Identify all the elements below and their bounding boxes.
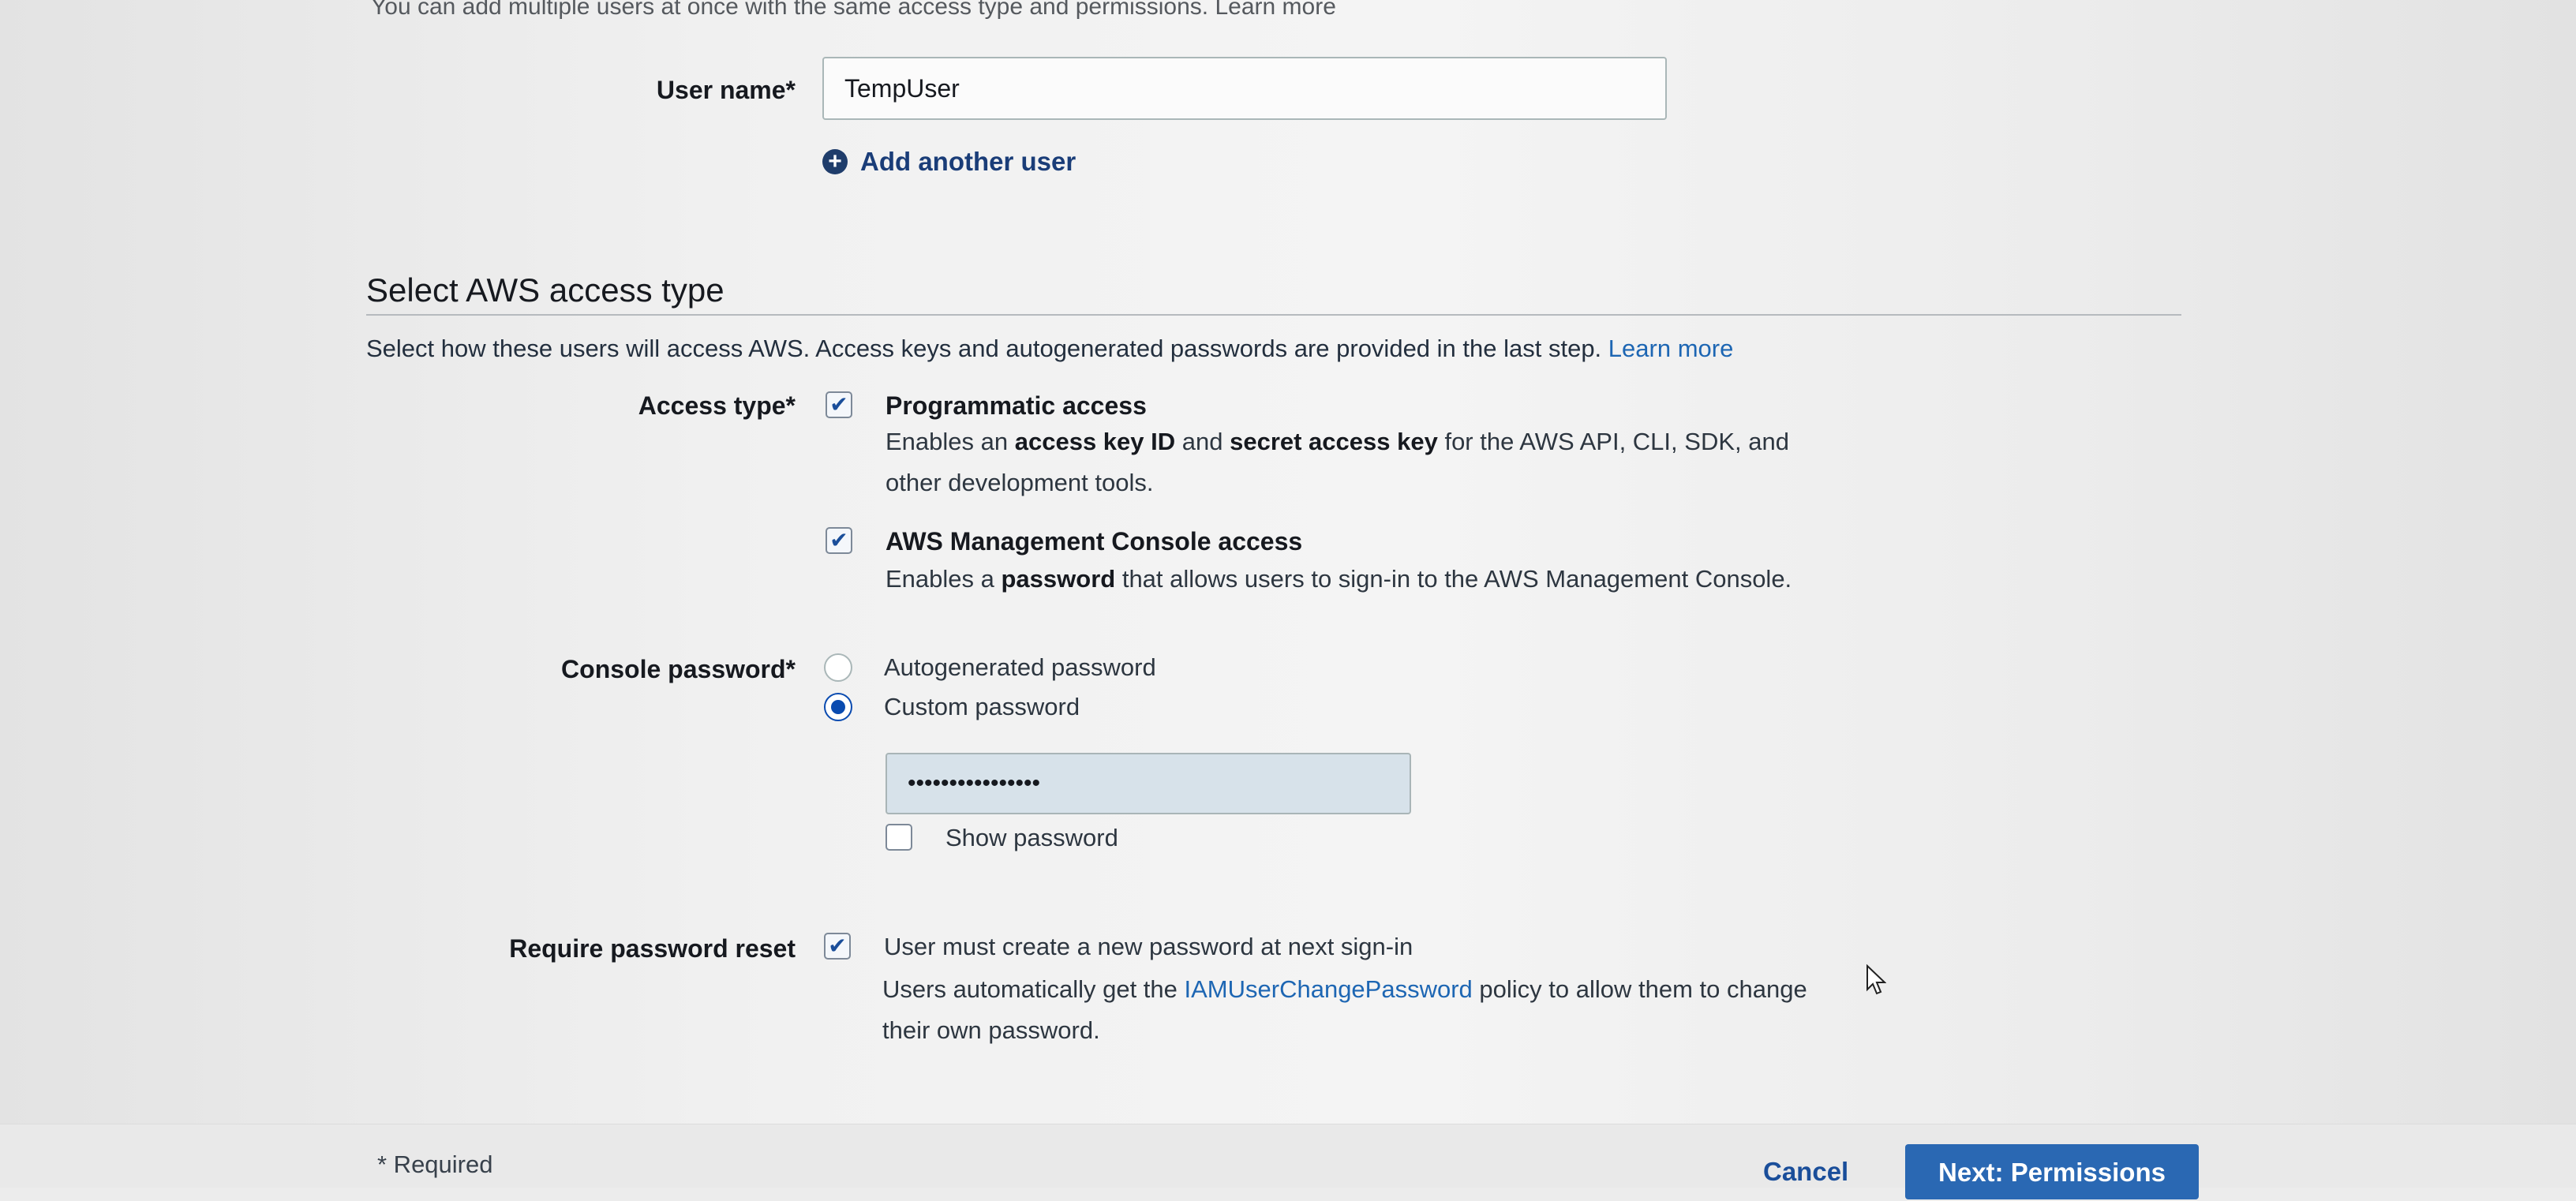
console-access-description: Enables a password that allows users to … — [886, 559, 1792, 600]
password-reset-description: Users automatically get the IAMUserChang… — [882, 969, 1807, 1051]
desc-text: their own password. — [882, 1016, 1100, 1044]
desc-text: and — [1175, 428, 1230, 455]
cancel-button[interactable]: Cancel — [1763, 1157, 1848, 1187]
plus-circle-icon: + — [822, 149, 848, 174]
desc-bold: access key ID — [1014, 428, 1176, 455]
show-password-label: Show password — [945, 824, 1118, 851]
programmatic-access-checkbox[interactable]: ✔ — [826, 391, 852, 418]
checkmark-icon: ✔ — [828, 933, 847, 958]
autogenerated-password-radio[interactable] — [824, 653, 852, 682]
section-description: Select how these users will access AWS. … — [366, 335, 1733, 363]
desc-text: Users automatically get the — [882, 975, 1185, 1003]
iam-user-change-password-link[interactable]: IAMUserChangePassword — [1185, 975, 1473, 1003]
desc-text: policy to allow them to change — [1472, 975, 1807, 1003]
mouse-cursor-icon — [1866, 964, 1886, 995]
learn-more-link[interactable]: Learn more — [1608, 335, 1734, 362]
desc-text: that allows users to sign-in to the AWS … — [1115, 565, 1792, 593]
console-password-label: Console password* — [561, 655, 796, 683]
user-name-input[interactable] — [822, 57, 1667, 120]
desc-text: for the AWS API, CLI, SDK, and — [1437, 428, 1789, 455]
desc-text: Enables a — [886, 565, 1002, 593]
section-description-text: Select how these users will access AWS. … — [366, 335, 1602, 362]
custom-password-input[interactable] — [886, 753, 1411, 814]
programmatic-access-description: Enables an access key ID and secret acce… — [886, 421, 1789, 503]
intro-text-cut: You can add multiple users at once with … — [371, 0, 1336, 20]
section-title: Select AWS access type — [366, 271, 724, 309]
section-divider — [366, 314, 2181, 316]
add-another-user-label: Add another user — [860, 147, 1076, 176]
access-type-label: Access type* — [638, 391, 796, 420]
add-another-user-link[interactable]: + Add another user — [822, 147, 1076, 177]
desc-bold: secret access key — [1230, 428, 1438, 455]
desc-text: other development tools. — [886, 469, 1154, 496]
require-password-reset-label: Require password reset — [509, 934, 796, 963]
required-note: * Required — [377, 1150, 493, 1178]
password-reset-title: User must create a new password at next … — [884, 933, 1413, 960]
custom-password-radio[interactable] — [824, 693, 852, 721]
desc-bold: password — [1001, 565, 1116, 593]
show-password-checkbox[interactable] — [886, 824, 912, 851]
checkmark-icon: ✔ — [829, 528, 848, 552]
autogenerated-password-label: Autogenerated password — [884, 653, 1156, 681]
programmatic-access-title: Programmatic access — [886, 391, 1147, 420]
custom-password-label: Custom password — [884, 693, 1080, 720]
console-access-title: AWS Management Console access — [886, 527, 1303, 556]
user-name-label: User name* — [656, 76, 796, 104]
require-password-reset-checkbox[interactable]: ✔ — [824, 933, 851, 960]
checkmark-icon: ✔ — [829, 392, 848, 417]
desc-text: Enables an — [886, 428, 1015, 455]
next-permissions-button[interactable]: Next: Permissions — [1905, 1144, 2199, 1199]
console-access-checkbox[interactable]: ✔ — [826, 527, 852, 554]
